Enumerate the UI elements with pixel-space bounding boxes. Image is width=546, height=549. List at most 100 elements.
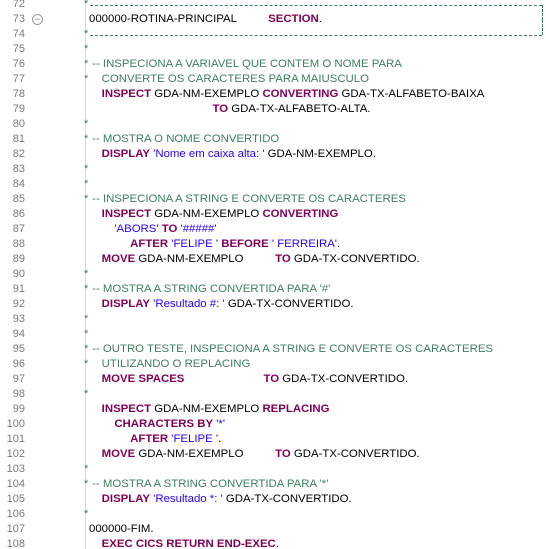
- line-number: 83: [12, 163, 25, 175]
- line-number: 97: [12, 373, 25, 385]
- line-number: 85: [12, 193, 25, 205]
- keyword-token: DISPLAY: [101, 298, 150, 310]
- code-line[interactable]: 85 * -- INSPECIONA A STRING E CONVERTE OS…: [0, 192, 546, 207]
- code-text[interactable]: EXEC CICS RETURN END-EXEC.: [89, 537, 279, 549]
- code-line[interactable]: 78 INSPECT GDA-NM-EXEMPLO CONVERTING GDA…: [0, 87, 546, 102]
- comment-marker: *: [84, 358, 89, 370]
- code-text[interactable]: -- INSPECIONA A VARIAVEL QUE CONTEM O NO…: [89, 57, 402, 72]
- code-line[interactable]: 73− 000000-ROTINA-PRINCIPAL SECTION.: [0, 12, 546, 27]
- code-line[interactable]: 98 *: [0, 387, 546, 402]
- code-text[interactable]: 000000-ROTINA-PRINCIPAL SECTION.: [89, 12, 322, 27]
- code-token: GDA-TX-CONVERTIDO.: [290, 448, 420, 460]
- string-token: 'Resultado #: ': [153, 298, 225, 310]
- line-number: 88: [12, 238, 25, 250]
- collapse-icon[interactable]: −: [32, 14, 43, 25]
- line-number: 105: [6, 493, 25, 505]
- code-line[interactable]: 74 *: [0, 20, 546, 42]
- code-text[interactable]: MOVE GDA-NM-EXEMPLO TO GDA-TX-CONVERTIDO…: [89, 252, 420, 267]
- line-number: 92: [12, 298, 25, 310]
- code-text[interactable]: DISPLAY 'Resultado *: ' GDA-TX-CONVERTID…: [89, 492, 352, 507]
- code-text[interactable]: INSPECT GDA-NM-EXEMPLO CONVERTING GDA-TX…: [89, 87, 485, 102]
- code-text[interactable]: CONVERTE OS CARACTERES PARA MAIUSCULO: [89, 72, 369, 87]
- line-number: 95: [12, 343, 25, 355]
- code-text[interactable]: AFTER 'FELIPE '.: [89, 432, 221, 447]
- line-number: 77: [12, 73, 25, 85]
- code-text[interactable]: AFTER 'FELIPE ' BEFORE ' FERREIRA'.: [89, 237, 340, 252]
- keyword-token: TO: [275, 448, 291, 460]
- keyword-token: AFTER: [130, 433, 169, 445]
- code-text[interactable]: -- MOSTRA A STRING CONVERTIDA PARA '*': [89, 477, 328, 492]
- code-text[interactable]: TO GDA-TX-ALFABETO-ALTA.: [89, 102, 370, 117]
- code-line[interactable]: 95 * -- OUTRO TESTE, INSPECIONA A STRING …: [0, 342, 546, 357]
- code-line[interactable]: 75 *: [0, 42, 546, 57]
- code-line[interactable]: 80 *: [0, 117, 546, 132]
- code-line[interactable]: 72 *: [0, 0, 546, 20]
- code-line[interactable]: 96 * UTILIZANDO O REPLACING: [0, 357, 546, 372]
- code-text[interactable]: -- OUTRO TESTE, INSPECIONA A STRING E CO…: [89, 342, 493, 357]
- code-text[interactable]: 'ABORS' TO '#####': [89, 222, 216, 237]
- code-line[interactable]: 76 * -- INSPECIONA A VARIAVEL QUE CONTEM …: [0, 57, 546, 72]
- code-text[interactable]: DISPLAY 'Nome em caixa alta: ' GDA-NM-EX…: [89, 147, 376, 162]
- keyword-token: RETURN: [166, 538, 214, 549]
- code-token: GDA-TX-CONVERTIDO.: [290, 253, 420, 265]
- comment-token: -- INSPECIONA A STRING E CONVERTE OS CAR…: [89, 193, 406, 205]
- keyword-token: CONVERTING: [262, 88, 339, 100]
- code-line[interactable]: 90 *: [0, 267, 546, 282]
- code-line[interactable]: 104 * -- MOSTRA A STRING CONVERTIDA PARA …: [0, 477, 546, 492]
- code-line[interactable]: 91 * -- MOSTRA A STRING CONVERTIDA PARA '…: [0, 282, 546, 297]
- comment-marker: *: [84, 478, 89, 490]
- comment-token: -- MOSTRA O NOME CONVERTIDO: [89, 133, 280, 145]
- code-line[interactable]: 97 MOVE SPACES TO GDA-TX-CONVERTIDO.: [0, 372, 546, 387]
- code-text[interactable]: -- MOSTRA O NOME CONVERTIDO: [89, 132, 279, 147]
- code-text[interactable]: DISPLAY 'Resultado #: ' GDA-TX-CONVERTID…: [89, 297, 354, 312]
- code-text[interactable]: -- MOSTRA A STRING CONVERTIDA PARA '#': [89, 282, 330, 297]
- keyword-token: TO: [161, 223, 178, 235]
- comment-marker: *: [84, 58, 89, 70]
- line-number: 80: [12, 118, 25, 130]
- string-token: ' FERREIRA': [271, 238, 337, 250]
- comment-token: -- MOSTRA A STRING CONVERTIDA PARA '*': [89, 478, 329, 490]
- code-line[interactable]: 79 TO GDA-TX-ALFABETO-ALTA.: [0, 102, 546, 117]
- code-line[interactable]: 88 AFTER 'FELIPE ' BEFORE ' FERREIRA'.: [0, 237, 546, 252]
- code-text[interactable]: INSPECT GDA-NM-EXEMPLO CONVERTING: [89, 207, 339, 222]
- code-line[interactable]: 103 *: [0, 462, 546, 477]
- code-line[interactable]: 99 INSPECT GDA-NM-EXEMPLO REPLACING: [0, 402, 546, 417]
- code-line[interactable]: 106 *: [0, 507, 546, 522]
- keyword-token: MOVE: [101, 373, 136, 385]
- code-text[interactable]: MOVE GDA-NM-EXEMPLO TO GDA-TX-CONVERTIDO…: [89, 447, 420, 462]
- code-line[interactable]: 105 DISPLAY 'Resultado *: ' GDA-TX-CONVE…: [0, 492, 546, 507]
- code-text[interactable]: MOVE SPACES TO GDA-TX-CONVERTIDO.: [89, 372, 408, 387]
- code-text[interactable]: CHARACTERS BY '*': [89, 417, 225, 432]
- code-text[interactable]: INSPECT GDA-NM-EXEMPLO REPLACING: [89, 402, 330, 417]
- code-line[interactable]: 87 'ABORS' TO '#####': [0, 222, 546, 237]
- code-line[interactable]: 101 AFTER 'FELIPE '.: [0, 432, 546, 447]
- comment-marker: *: [84, 73, 89, 85]
- code-line[interactable]: 77 * CONVERTE OS CARACTERES PARA MAIUSCUL…: [0, 72, 546, 87]
- code-line[interactable]: 83 *: [0, 162, 546, 177]
- code-line[interactable]: 86 INSPECT GDA-NM-EXEMPLO CONVERTING: [0, 207, 546, 222]
- code-line[interactable]: 100 CHARACTERS BY '*': [0, 417, 546, 432]
- code-line[interactable]: 81 * -- MOSTRA O NOME CONVERTIDO: [0, 132, 546, 147]
- code-token: .: [218, 433, 222, 445]
- code-line[interactable]: 89 MOVE GDA-NM-EXEMPLO TO GDA-TX-CONVERT…: [0, 252, 546, 267]
- line-number: 86: [12, 208, 25, 220]
- code-line[interactable]: 102 MOVE GDA-NM-EXEMPLO TO GDA-TX-CONVER…: [0, 447, 546, 462]
- code-editor[interactable]: 72 * 73−000000-ROTINA-PRINCIPAL SECTION. 74…: [0, 0, 546, 549]
- code-text[interactable]: UTILIZANDO O REPLACING: [89, 357, 251, 372]
- code-line[interactable]: 92 DISPLAY 'Resultado #: ' GDA-TX-CONVER…: [0, 297, 546, 312]
- code-line[interactable]: 93 *: [0, 312, 546, 327]
- code-text[interactable]: -- INSPECIONA A STRING E CONVERTE OS CAR…: [89, 192, 406, 207]
- code-text[interactable]: 000000-FIM.: [89, 522, 154, 537]
- code-token: GDA-TX-CONVERTIDO.: [224, 298, 354, 310]
- comment-marker: *: [84, 328, 89, 340]
- code-line[interactable]: 107 000000-FIM.: [0, 522, 546, 537]
- code-line[interactable]: 82 DISPLAY 'Nome em caixa alta: ' GDA-NM…: [0, 147, 546, 162]
- code-line[interactable]: 108 EXEC CICS RETURN END-EXEC.: [0, 537, 546, 549]
- code-line[interactable]: 94 *: [0, 327, 546, 342]
- comment-marker: *: [84, 118, 89, 130]
- code-line[interactable]: 84 *: [0, 177, 546, 192]
